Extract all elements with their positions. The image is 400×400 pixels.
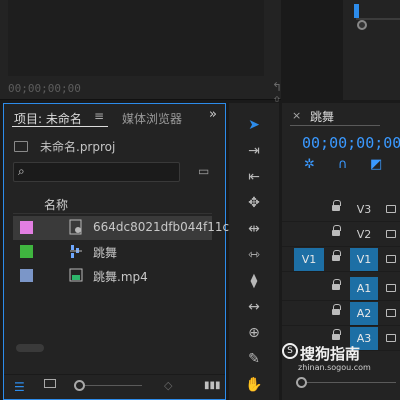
panel-menu-icon[interactable]: ≡ xyxy=(94,109,104,123)
item-label: 664dc8021dfb044f11c1a xyxy=(93,220,245,234)
source-timecode[interactable]: 00;00;00;00 xyxy=(8,82,81,95)
label-color-swatch xyxy=(20,245,33,258)
lock-icon[interactable] xyxy=(332,225,341,238)
slide-tool-icon[interactable]: ↔ xyxy=(243,297,265,317)
timeline-timecode[interactable]: 00;00;00;00 xyxy=(302,134,400,152)
slip-tool-icon[interactable]: ⧫ xyxy=(243,271,265,291)
list-item[interactable]: 跳舞 xyxy=(13,240,212,264)
video-file-icon xyxy=(69,267,83,283)
rate-stretch-tool-icon[interactable]: ⇹ xyxy=(243,219,265,239)
source-viewer xyxy=(8,0,264,76)
watermark-logo-icon: S xyxy=(282,343,298,359)
toggle-output-icon[interactable] xyxy=(386,284,396,292)
timeline-zoom-track[interactable] xyxy=(306,382,396,383)
toggle-output-icon[interactable] xyxy=(386,230,396,238)
track-target[interactable]: V3 xyxy=(350,198,378,221)
more-tabs-icon[interactable]: » xyxy=(209,107,217,122)
project-bottom-bar: ☰ ◇ ▮▮▮ xyxy=(4,374,225,400)
icon-view-icon[interactable] xyxy=(44,379,56,388)
item-label: 跳舞.mp4 xyxy=(93,270,148,284)
automate-to-sequence-icon[interactable]: ▮▮▮ xyxy=(204,380,221,391)
list-item[interactable]: 664dc8021dfb044f11c1a xyxy=(13,216,244,240)
tab-underline xyxy=(290,125,380,126)
new-bin-icon[interactable]: ▭ xyxy=(198,164,209,178)
timeline-zoom-knob[interactable] xyxy=(296,377,307,388)
list-view-icon[interactable]: ☰ xyxy=(14,380,25,394)
search-input[interactable]: ⌕ xyxy=(13,162,180,182)
source-monitor-panel: 00;00;00;00 ↰ ⇪ xyxy=(0,0,282,108)
toggle-output-icon[interactable] xyxy=(386,205,396,213)
zoom-slider-track[interactable] xyxy=(84,385,142,386)
watermark-url: zhinan.sogou.com xyxy=(298,363,371,372)
sort-icon[interactable]: ◇ xyxy=(164,379,172,392)
item-label: 跳舞 xyxy=(93,246,118,260)
rolling-edit-tool-icon[interactable]: ✥ xyxy=(243,193,265,213)
program-zoom-knob[interactable] xyxy=(357,20,367,30)
track-target[interactable]: A2 xyxy=(350,302,378,325)
track-target[interactable]: V1 xyxy=(350,248,378,271)
watermark-text: 搜狗指南 xyxy=(300,345,361,363)
image-file-icon xyxy=(69,219,83,235)
track-row-a1: A1 xyxy=(282,277,400,301)
active-tab-underline xyxy=(12,126,108,127)
razor-tool-icon[interactable]: ⇿ xyxy=(243,245,265,265)
track-row-v2: V2 xyxy=(282,223,400,247)
pen-tool-icon[interactable]: ⊕ xyxy=(243,323,265,343)
track-row-v3: V3 xyxy=(282,198,400,222)
tab-media-browser[interactable]: 媒体浏览器 xyxy=(122,110,182,127)
track-row-v1: V1 xyxy=(282,248,400,272)
nest-icon[interactable]: ✲ xyxy=(304,157,315,172)
project-filename: 未命名.prproj xyxy=(40,140,116,154)
program-playhead[interactable] xyxy=(354,4,359,18)
label-color-swatch xyxy=(20,221,33,234)
project-panel: 项目: 未命名 ≡ 媒体浏览器 » 未命名.prproj ⌕ ▭ 名称 664d… xyxy=(3,103,244,400)
hand-tool-icon[interactable]: ✋ xyxy=(243,375,265,395)
ripple-edit-tool-icon[interactable]: ⇤ xyxy=(243,167,265,187)
track-row-a2: A2 xyxy=(282,302,400,326)
lock-icon[interactable] xyxy=(332,250,341,263)
toggle-output-icon[interactable] xyxy=(386,309,396,317)
program-monitor-strip xyxy=(343,0,400,100)
search-icon: ⌕ xyxy=(18,164,25,178)
track-target[interactable]: A1 xyxy=(350,277,378,300)
project-folder-icon xyxy=(14,141,28,152)
pen-icon[interactable]: ✎ xyxy=(243,349,265,369)
tab-project[interactable]: 项目: 未命名 xyxy=(14,110,82,127)
horizontal-scrollbar[interactable] xyxy=(16,344,44,352)
linked-selection-icon[interactable]: ◩ xyxy=(370,157,382,172)
tab-sequence[interactable]: 跳舞 xyxy=(310,108,334,125)
toggle-output-icon[interactable] xyxy=(386,255,396,263)
list-item[interactable]: 跳舞.mp4 xyxy=(13,264,212,288)
toggle-output-icon[interactable] xyxy=(386,334,396,342)
lock-icon[interactable] xyxy=(332,200,341,213)
selection-tool-icon[interactable]: ➤ xyxy=(243,115,265,135)
column-header-name[interactable]: 名称 xyxy=(44,196,68,213)
close-icon[interactable]: × xyxy=(292,109,301,122)
zoom-slider-knob[interactable] xyxy=(74,380,85,391)
sequence-icon xyxy=(69,243,83,259)
lock-icon[interactable] xyxy=(332,304,341,317)
lock-icon[interactable] xyxy=(332,329,341,342)
snap-icon[interactable]: ∩ xyxy=(338,157,348,172)
tools-panel: ➤ ⇥ ⇤ ✥ ⇹ ⇿ ⧫ ↔ ⊕ ✎ ✋ xyxy=(229,103,279,400)
list-header: 名称 xyxy=(13,194,212,214)
track-target[interactable]: V2 xyxy=(350,223,378,246)
track-select-tool-icon[interactable]: ⇥ xyxy=(243,141,265,161)
label-color-swatch xyxy=(20,269,33,282)
lock-icon[interactable] xyxy=(332,279,341,292)
